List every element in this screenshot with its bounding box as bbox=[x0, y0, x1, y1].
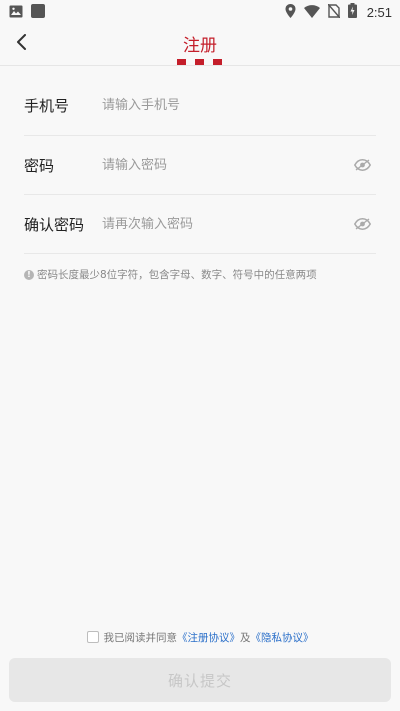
status-right: 2:51 bbox=[285, 2, 392, 22]
header: 注册 bbox=[0, 24, 400, 66]
no-sim-icon bbox=[327, 3, 341, 22]
password-hint: ! 密码长度最少8位字符，包含字母、数字、符号中的任意两项 bbox=[24, 267, 317, 282]
location-icon bbox=[285, 3, 296, 22]
password-input[interactable] bbox=[102, 150, 376, 180]
phone-label: 手机号 bbox=[24, 97, 70, 115]
agreement-conjunction: 及 bbox=[240, 631, 251, 644]
eye-icon bbox=[353, 215, 372, 234]
register-agreement-link[interactable]: 《注册协议》 bbox=[177, 630, 240, 645]
register-screen: 2:51 注册 手机号 密码 bbox=[0, 0, 400, 711]
privacy-agreement-link[interactable]: 《隐私协议》 bbox=[251, 630, 314, 645]
register-form: 手机号 密码 确认密码 bbox=[24, 76, 376, 254]
confirm-password-visibility-toggle[interactable] bbox=[353, 217, 372, 230]
indicator-dot bbox=[177, 59, 186, 65]
indicator-dot bbox=[195, 59, 204, 65]
status-bar: 2:51 bbox=[0, 0, 400, 24]
battery-charging-icon bbox=[347, 2, 357, 22]
status-left bbox=[9, 3, 45, 22]
agreement-checkbox[interactable] bbox=[86, 631, 99, 643]
page-title: 注册 bbox=[183, 36, 217, 56]
password-hint-text: 密码长度最少8位字符，包含字母、数字、符号中的任意两项 bbox=[37, 269, 317, 281]
confirm-password-row: 确认密码 bbox=[24, 195, 376, 254]
eye-icon bbox=[353, 156, 372, 175]
submit-button[interactable]: 确认提交 bbox=[9, 658, 391, 702]
phone-input[interactable] bbox=[102, 90, 376, 121]
confirm-password-label: 确认密码 bbox=[24, 215, 85, 234]
password-row: 密码 bbox=[24, 136, 376, 195]
status-time: 2:51 bbox=[366, 4, 392, 20]
phone-row: 手机号 bbox=[24, 76, 376, 136]
password-label: 密码 bbox=[24, 156, 55, 175]
title-indicator bbox=[177, 59, 222, 65]
wifi-icon bbox=[303, 3, 320, 22]
password-visibility-toggle[interactable] bbox=[353, 158, 372, 171]
indicator-dot bbox=[213, 59, 222, 65]
info-icon: ! bbox=[24, 269, 34, 280]
agreement-prefix: 我已阅读并同意 bbox=[103, 631, 178, 644]
image-icon bbox=[9, 3, 23, 22]
confirm-password-input[interactable] bbox=[102, 209, 376, 239]
app-square-icon bbox=[31, 3, 45, 22]
agreement: 我已阅读并同意 《注册协议》 及 《隐私协议》 bbox=[0, 629, 400, 645]
